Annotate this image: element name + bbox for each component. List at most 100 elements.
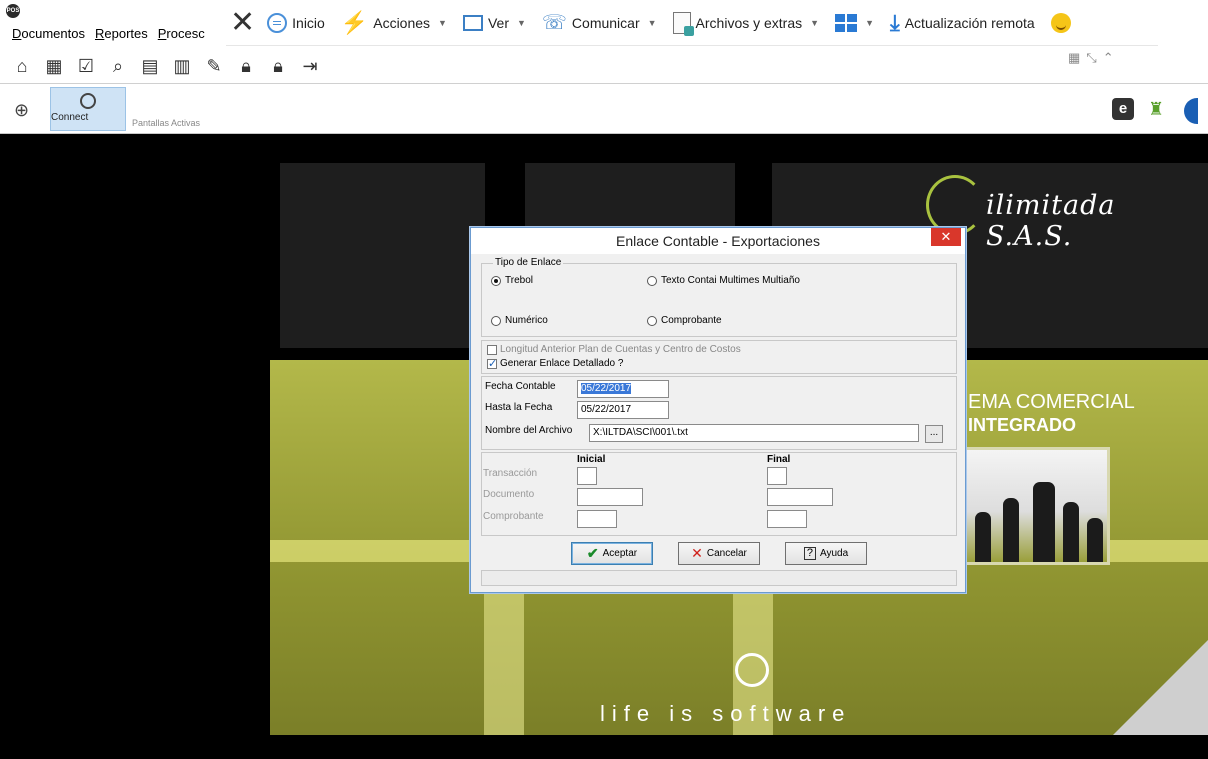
- cancelar-button[interactable]: ✕ Cancelar: [678, 542, 760, 565]
- blue-app-icon[interactable]: [1184, 98, 1198, 124]
- dialog-title: Enlace Contable - Exportaciones: [471, 228, 965, 254]
- inicio-button[interactable]: Inicio: [267, 12, 325, 33]
- transaccion-inicial-input[interactable]: [577, 467, 597, 485]
- fecha-contable-input[interactable]: 05/22/2017: [577, 380, 669, 398]
- connect-button[interactable]: Connect: [50, 87, 126, 131]
- nombre-archivo-label: Nombre del Archivo: [485, 425, 573, 436]
- enlace-contable-dialog: Enlace Contable - Exportaciones ✕ Tipo d…: [470, 227, 966, 593]
- comunicar-menu[interactable]: ☏ Comunicar ▼: [542, 10, 657, 35]
- checklist-icon[interactable]: ☑: [76, 56, 96, 77]
- checkmark-icon: ✔: [586, 545, 599, 561]
- slogan-logo-icon: [735, 653, 769, 687]
- radio-comprobante[interactable]: Comprobante: [647, 315, 722, 326]
- cancelar-label: Cancelar: [706, 548, 747, 559]
- bg-panel: [280, 163, 485, 348]
- home-icon[interactable]: ⌂: [12, 56, 32, 77]
- grid-icon[interactable]: ▦: [1068, 50, 1080, 66]
- chevron-down-icon: ▼: [865, 17, 874, 28]
- rango-group: [481, 452, 957, 536]
- chevron-up-icon[interactable]: ⌃: [1103, 50, 1114, 66]
- search-icon[interactable]: ⌕: [108, 56, 128, 77]
- chevron-down-icon: ▼: [516, 17, 526, 28]
- comprobante-final-input[interactable]: [767, 510, 807, 528]
- actualizacion-label: Actualización remota: [904, 14, 1035, 31]
- hasta-fecha-label: Hasta la Fecha: [485, 402, 553, 413]
- brand-logo-icon: [926, 175, 984, 235]
- radio-selected-icon: [491, 275, 501, 286]
- transaccion-final-input[interactable]: [767, 467, 787, 485]
- radio-trebol[interactable]: Trebol: [491, 275, 533, 286]
- close-icon[interactable]: ✕: [230, 7, 255, 38]
- nombre-archivo-input[interactable]: X:\ILTDA\SCI\001\.txt: [589, 424, 919, 442]
- icon-toolbar: ⌂ ▦ ☑ ⌕ ▤ ▥ ✎ 🔒︎ 🔒︎ ⇥: [0, 46, 1208, 84]
- aceptar-label: Aceptar: [602, 548, 638, 559]
- ayuda-button[interactable]: ? Ayuda: [785, 542, 867, 565]
- exit-icon[interactable]: ⇥: [300, 56, 320, 77]
- radio-texto-label: Texto Contai Multimes Multiaño: [661, 275, 800, 286]
- documento-final-input[interactable]: [767, 488, 833, 506]
- chevron-down-icon: ▼: [438, 17, 447, 28]
- archivos-menu[interactable]: Archivos y extras ▼: [672, 11, 819, 36]
- shrink-icon[interactable]: ⤡: [1086, 50, 1096, 66]
- windows-icon: [835, 13, 858, 32]
- acciones-menu[interactable]: ⚡ Acciones ▼: [341, 10, 447, 36]
- radio-icon: [647, 275, 657, 286]
- home-circle-icon: [267, 12, 288, 33]
- sistema-line1: EMA COMERCIAL: [968, 391, 1135, 413]
- main-menu: Documentos Reportes Procesc: [12, 26, 205, 41]
- acciones-label: Acciones: [373, 14, 431, 31]
- connect-label: Connect: [51, 112, 89, 123]
- windows-menu[interactable]: ▼: [835, 13, 874, 32]
- actualizacion-remota-button[interactable]: ⤓ Actualización remota: [890, 10, 1035, 36]
- fecha-contable-value: 05/22/2017: [581, 383, 632, 394]
- remote-control-toolbar: ✕ Inicio ⚡ Acciones ▼ Ver ▼ ☏ Comunicar …: [226, 0, 1158, 46]
- slogan-text: life is software: [600, 701, 852, 726]
- help-icon: ?: [803, 547, 816, 560]
- sistema-line2: INTEGRADO: [968, 415, 1076, 435]
- globe-icon[interactable]: ⊕: [14, 100, 29, 121]
- hasta-fecha-input[interactable]: 05/22/2017: [577, 401, 669, 419]
- menu-documentos[interactable]: Documentos: [12, 26, 85, 41]
- radio-icon: [491, 315, 501, 326]
- comunicar-label: Comunicar: [571, 14, 640, 31]
- pencil-icon[interactable]: ✎: [204, 56, 224, 77]
- checkbox-checked-icon: [487, 357, 497, 370]
- menu-reportes[interactable]: Reportes: [95, 26, 148, 41]
- menu-procesos[interactable]: Procesc: [158, 26, 205, 41]
- chk-longitud-anterior[interactable]: Longitud Anterior Plan de Cuentas y Cent…: [487, 344, 741, 355]
- final-header: Final: [767, 454, 791, 465]
- e-app-icon[interactable]: e: [1112, 98, 1134, 120]
- chk-longitud-label: Longitud Anterior Plan de Cuentas y Cent…: [500, 344, 741, 355]
- inicial-header: Inicial: [577, 454, 606, 465]
- fecha-contable-label: Fecha Contable: [485, 381, 556, 392]
- lock-closed-icon[interactable]: 🔒︎: [268, 56, 288, 77]
- radio-texto-contai[interactable]: Texto Contai Multimes Multiaño: [647, 275, 800, 286]
- ayuda-label: Ayuda: [819, 548, 849, 559]
- x-icon: ✕: [691, 545, 703, 561]
- browse-button[interactable]: ...: [925, 425, 943, 443]
- dialog-status-bar: [481, 570, 957, 586]
- dialog-close-button[interactable]: ✕: [931, 228, 961, 246]
- inicio-label: Inicio: [292, 14, 325, 31]
- business-people-image: [960, 447, 1110, 565]
- documento-inicial-input[interactable]: [577, 488, 643, 506]
- files-extras-icon: [672, 11, 694, 36]
- aceptar-button[interactable]: ✔ Aceptar: [571, 542, 653, 565]
- app-logo-icon: POS: [6, 4, 20, 18]
- smiley-icon[interactable]: [1050, 12, 1071, 33]
- calendar-icon[interactable]: ▦: [44, 56, 64, 77]
- ver-menu[interactable]: Ver ▼: [462, 14, 526, 31]
- monitor-icon: [462, 14, 483, 31]
- chk-generar-enlace[interactable]: Generar Enlace Detallado ?: [487, 357, 623, 370]
- comprobante-inicial-input[interactable]: [577, 510, 617, 528]
- radio-numerico[interactable]: Numérico: [491, 315, 548, 326]
- lock-icon[interactable]: 🔒︎: [236, 56, 256, 77]
- window-controls: ▦ ⤡ ⌃: [1068, 50, 1114, 66]
- green-app-icon[interactable]: ♜: [1148, 98, 1170, 120]
- connect-bar: ⊕ Connect Pantallas Activas e ♜: [0, 84, 1208, 134]
- checkbox-icon: [487, 344, 497, 355]
- calculator-icon[interactable]: ▤: [140, 56, 160, 77]
- download-arrow-icon: ⤓: [889, 9, 900, 35]
- uvt-icon[interactable]: ▥: [172, 56, 192, 77]
- comprobante-label: Comprobante: [483, 511, 544, 522]
